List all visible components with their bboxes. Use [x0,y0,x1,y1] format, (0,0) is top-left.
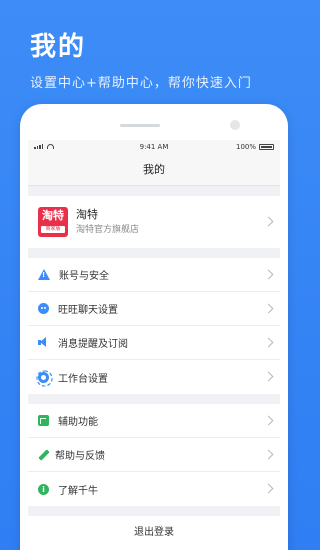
speaker-icon [38,337,49,348]
pen-icon [38,448,50,461]
row-label: 旺旺聊天设置 [58,305,118,316]
phone-mockup: 9:41 AM 100% 我的 淘特 商家版 淘特 淘特官方旗舰店 ! 账号与安… [20,104,288,550]
chevron-right-icon [263,415,274,425]
info-icon: i [38,483,49,495]
phone-camera [230,120,240,130]
row-label: 了解千牛 [58,485,98,497]
hero-subtitle: 设置中心+帮助中心，帮你快速入门 [30,76,252,91]
store-description: 淘特官方旗舰店 [76,225,140,235]
status-bar: 9:41 AM 100% [28,140,280,156]
row-chat-settings[interactable]: 旺旺聊天设置 [28,292,280,326]
chevron-right-icon [263,449,274,459]
row-label: 消息提醒及订阅 [58,339,128,350]
phone-screen: 9:41 AM 100% 我的 淘特 商家版 淘特 淘特官方旗舰店 ! 账号与安… [28,140,280,550]
row-help-feedback[interactable]: 帮助与反馈 [28,438,280,472]
store-name: 淘特 [76,208,98,221]
row-workbench-settings[interactable]: 工作台设置 [28,360,280,394]
hero-title: 我的 [30,32,87,62]
row-label: 账号与安全 [59,271,109,282]
store-logo: 淘特 商家版 [38,207,68,237]
row-label: 帮助与反馈 [55,451,105,462]
assist-icon [38,415,49,426]
row-account-security[interactable]: 账号与安全 [28,258,280,292]
row-accessibility[interactable]: 辅助功能 [28,404,280,438]
settings-group: 账号与安全 旺旺聊天设置 消息提醒及订阅 工作台设置 [28,258,280,394]
row-about[interactable]: i 了解千牛 [28,472,280,506]
chevron-right-icon [263,337,274,347]
profile-card[interactable]: 淘特 商家版 淘特 淘特官方旗舰店 [28,196,280,248]
gear-icon [38,371,49,383]
chevron-right-icon [263,269,274,279]
nav-title: 我的 [28,156,280,186]
warning-icon [38,269,50,280]
battery-percent: 100% [235,143,256,151]
chevron-right-icon [263,216,274,227]
row-notifications[interactable]: 消息提醒及订阅 [28,326,280,360]
store-logo-text: 淘特 [42,209,64,222]
row-label: 辅助功能 [58,417,98,428]
phone-speaker [120,124,160,127]
row-label: 工作台设置 [58,373,108,385]
logout-button[interactable]: 退出登录 [28,516,280,550]
chevron-right-icon [263,303,274,313]
store-logo-badge: 商家版 [41,226,65,233]
chat-icon [38,303,49,314]
chevron-right-icon [263,483,274,494]
chevron-right-icon [263,371,274,382]
battery-icon [259,144,274,150]
help-group: 辅助功能 帮助与反馈 i 了解千牛 [28,404,280,506]
